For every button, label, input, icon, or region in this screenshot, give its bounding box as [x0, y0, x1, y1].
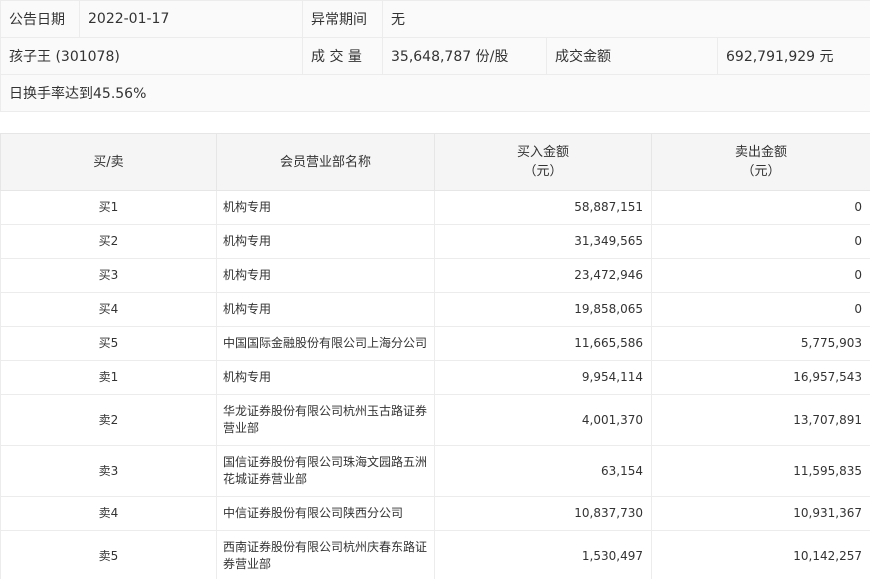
table-row: 买4 机构专用 19,858,065 0 [0, 292, 870, 327]
row-side: 卖4 [0, 496, 217, 531]
row-buy-amount: 11,665,586 [434, 326, 652, 361]
row-sell-amount: 0 [651, 258, 870, 293]
table-row: 买3 机构专用 23,472,946 0 [0, 258, 870, 293]
table-row: 买1 机构专用 58,887,151 0 [0, 190, 870, 225]
row-branch-name: 华龙证券股份有限公司杭州玉古路证券 营业部 [216, 394, 435, 446]
volume-value: 35,648,787 份/股 [382, 37, 547, 75]
abnormal-period-label: 异常期间 [302, 0, 383, 38]
abnormal-period-value: 无 [381, 0, 870, 38]
announce-date-label: 公告日期 [0, 0, 80, 38]
summary-info-table: 公告日期 2022-01-17 异常期间 无 孩子王 (301078) 成 交 … [0, 0, 870, 112]
row-branch-name: 机构专用 [216, 258, 435, 293]
row-branch-name: 机构专用 [216, 292, 435, 327]
row-side: 买4 [0, 292, 217, 327]
announce-date-value: 2022-01-17 [79, 0, 303, 38]
row-buy-amount: 58,887,151 [434, 190, 652, 225]
row-branch-name: 机构专用 [216, 224, 435, 259]
row-buy-amount: 10,837,730 [434, 496, 652, 531]
row-side: 买3 [0, 258, 217, 293]
header-sell-amount: 卖出金额 （元） [651, 133, 870, 191]
row-side: 买5 [0, 326, 217, 361]
row-buy-amount: 23,472,946 [434, 258, 652, 293]
trading-detail-table: 买/卖 会员营业部名称 买入金额 （元） 卖出金额 （元） 买1 机构专用 58,8… [0, 133, 870, 579]
header-branch-name: 会员营业部名称 [216, 133, 435, 191]
abnormal-reason: 日换手率达到45.56% [0, 74, 870, 112]
row-buy-amount: 19,858,065 [434, 292, 652, 327]
row-sell-amount: 0 [651, 292, 870, 327]
row-branch-name: 机构专用 [216, 190, 435, 225]
table-row: 卖2 华龙证券股份有限公司杭州玉古路证券 营业部 4,001,370 13,707… [0, 394, 870, 446]
amount-label: 成交金额 [546, 37, 718, 75]
row-buy-amount: 63,154 [434, 445, 652, 497]
table-row: 卖5 西南证券股份有限公司杭州庆春东路证 券营业部 1,530,497 10,14… [0, 530, 870, 579]
row-buy-amount: 9,954,114 [434, 360, 652, 395]
table-row: 买5 中国国际金融股份有限公司上海分公司 11,665,586 5,775,90… [0, 326, 870, 361]
row-sell-amount: 10,142,257 [651, 530, 870, 579]
row-side: 买2 [0, 224, 217, 259]
row-sell-amount: 11,595,835 [651, 445, 870, 497]
stock-name: 孩子王 (301078) [0, 37, 303, 75]
amount-value: 692,791,929 元 [716, 37, 870, 75]
row-sell-amount: 13,707,891 [651, 394, 870, 446]
row-branch-name: 中国国际金融股份有限公司上海分公司 [216, 326, 435, 361]
row-buy-amount: 4,001,370 [434, 394, 652, 446]
row-side: 买1 [0, 190, 217, 225]
row-sell-amount: 16,957,543 [651, 360, 870, 395]
row-buy-amount: 1,530,497 [434, 530, 652, 579]
table-header-row: 买/卖 会员营业部名称 买入金额 （元） 卖出金额 （元） [0, 133, 870, 191]
header-buy-amount: 买入金额 （元） [434, 133, 652, 191]
row-sell-amount: 0 [651, 224, 870, 259]
table-row: 卖3 国信证券股份有限公司珠海文园路五洲 花城证券营业部 63,154 11,59… [0, 445, 870, 497]
row-sell-amount: 0 [651, 190, 870, 225]
volume-label: 成 交 量 [302, 37, 383, 75]
header-side: 买/卖 [0, 133, 217, 191]
row-sell-amount: 10,931,367 [651, 496, 870, 531]
row-side: 卖1 [0, 360, 217, 395]
row-side: 卖3 [0, 445, 217, 497]
row-branch-name: 机构专用 [216, 360, 435, 395]
row-side: 卖5 [0, 530, 217, 579]
table-row: 卖1 机构专用 9,954,114 16,957,543 [0, 360, 870, 395]
row-branch-name: 中信证券股份有限公司陕西分公司 [216, 496, 435, 531]
table-row: 买2 机构专用 31,349,565 0 [0, 224, 870, 259]
row-side: 卖2 [0, 394, 217, 446]
row-branch-name: 西南证券股份有限公司杭州庆春东路证 券营业部 [216, 530, 435, 579]
row-branch-name: 国信证券股份有限公司珠海文园路五洲 花城证券营业部 [216, 445, 435, 497]
row-buy-amount: 31,349,565 [434, 224, 652, 259]
row-sell-amount: 5,775,903 [651, 326, 870, 361]
table-row: 卖4 中信证券股份有限公司陕西分公司 10,837,730 10,931,367 [0, 496, 870, 531]
